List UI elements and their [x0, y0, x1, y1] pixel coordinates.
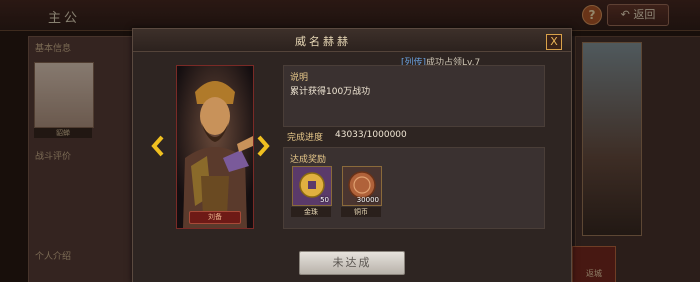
description-label: 说明: [290, 73, 309, 83]
next-arrow-icon[interactable]: [256, 135, 270, 157]
claim-status-button[interactable]: 未达成: [299, 251, 405, 275]
hero-portrait: [177, 66, 253, 228]
reward-name: 铜币: [341, 207, 381, 217]
game-screen: 主公 ? ↶ 返回 基本信息 战斗评价 个人介绍 貂蝉 返城 威名赫赫 X [列…: [0, 0, 700, 282]
progress-value: 43033/1000000: [335, 130, 407, 140]
reward-panel: 达成奖励 50 金珠 30000 铜币: [283, 147, 545, 229]
dialog-header: 威名赫赫 X: [133, 29, 571, 52]
reward-name: 金珠: [291, 207, 331, 217]
description-panel: 说明 累计获得100万战功: [283, 65, 545, 127]
description-text: 累计获得100万战功: [290, 87, 371, 97]
hero-card: [176, 65, 254, 229]
hero-name-banner: 刘备: [189, 211, 241, 224]
reward-count: 50: [320, 196, 329, 204]
close-button[interactable]: X: [546, 34, 562, 50]
reward-slot-gold[interactable]: 50: [292, 166, 332, 206]
prev-arrow-icon[interactable]: [151, 135, 165, 157]
reward-label: 达成奖励: [290, 155, 327, 165]
dialog-title: 威名赫赫: [295, 35, 351, 48]
achievement-dialog: 威名赫赫 X [列传]成功占领Lv.7 刘备 说明 累计获得100万战功 完成进…: [132, 28, 572, 282]
reward-slot-copper[interactable]: 30000: [342, 166, 382, 206]
progress-label: 完成进度: [287, 133, 324, 143]
reward-count: 30000: [356, 196, 379, 204]
progress-row: 完成进度 43033/1000000: [283, 129, 543, 143]
